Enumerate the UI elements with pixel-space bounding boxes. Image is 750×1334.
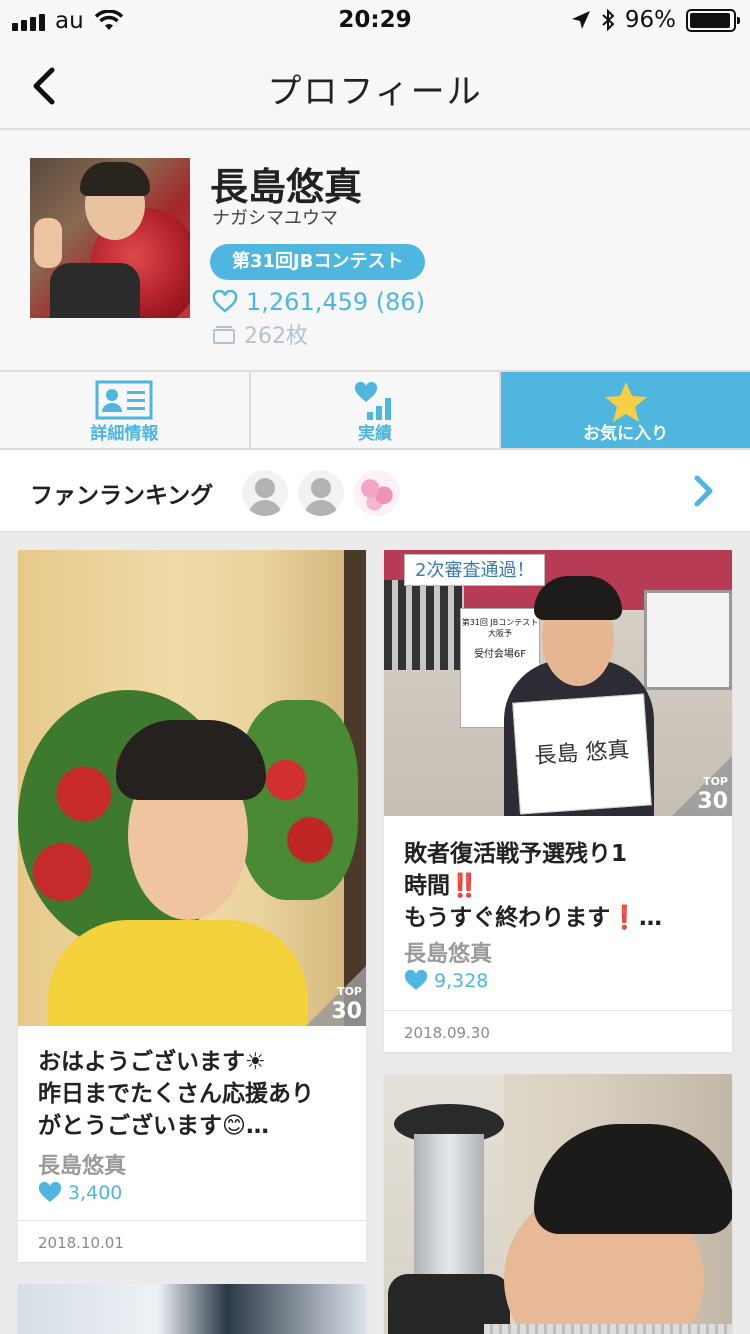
profile-likes-value: 1,261,459 (86) <box>246 288 426 316</box>
post-author: 長島悠真 <box>404 942 493 967</box>
post-likes: 9,328 <box>404 970 488 992</box>
profile-likes: 1,261,459 (86) <box>212 288 425 316</box>
tab-achievements-label: 実績 <box>358 424 392 444</box>
nav-bar: プロフィール <box>0 40 750 130</box>
tab-favorites[interactable]: お気に入り <box>501 372 750 448</box>
divider <box>384 1010 732 1011</box>
fan-ranking-label: ファンランキング <box>30 483 214 509</box>
chevron-right-icon[interactable] <box>692 474 716 508</box>
post-photo[interactable]: TOP 30 <box>18 550 366 1026</box>
post-photo[interactable]: 第31回 JBコンテスト大阪予 受付会場6F 長島 悠真 2次審査通過！ TOP… <box>384 550 732 816</box>
post-card[interactable]: 第31回 JBコンテスト大阪予 受付会場6F 長島 悠真 2次審査通過！ TOP… <box>384 550 732 1052</box>
contest-badge[interactable]: 第31回JBコンテスト <box>210 244 426 280</box>
profile-photos: 262枚 <box>212 318 308 350</box>
page-title: プロフィール <box>267 72 483 112</box>
post-grid: TOP 30 おはようございます☀ 昨日までたくさん応援あり がとうございます😊… <box>0 532 750 1334</box>
post-likes: 3,400 <box>38 1182 122 1204</box>
fan-ranking-row[interactable]: ファンランキング <box>0 450 750 532</box>
tab-details-label: 詳細情報 <box>90 424 159 444</box>
divider <box>18 1220 366 1221</box>
battery-icon <box>686 8 740 32</box>
post-text: おはようございます☀ 昨日までたくさん応援あり がとうございます😊… <box>38 1049 314 1139</box>
photo-stack-icon <box>213 326 235 344</box>
status-bar: au 20:29 96% <box>0 0 750 40</box>
tab-achievements[interactable]: 実績 <box>251 372 502 448</box>
id-card-icon <box>95 380 153 420</box>
heart-icon <box>38 1182 62 1202</box>
battery-percent: 96% <box>624 7 676 33</box>
tab-favorites-label: お気に入り <box>583 424 669 444</box>
post-card[interactable] <box>384 1074 732 1334</box>
post-photo[interactable] <box>384 1074 732 1334</box>
status-right: 96% <box>571 7 740 33</box>
location-arrow-icon <box>571 11 590 29</box>
photo-caption: 2次審査通過！ <box>404 554 546 586</box>
profile-header: 長島悠真 ナガシマユウマ 第31回JBコンテスト 1,261,459 (86) … <box>0 130 750 370</box>
rank-badge: TOP 30 <box>306 966 366 1026</box>
post-author: 長島悠真 <box>38 1154 127 1179</box>
bluetooth-icon <box>602 9 615 31</box>
rank-badge: TOP 30 <box>672 756 732 816</box>
profile-name: 長島悠真 <box>210 165 363 209</box>
fan-avatar <box>298 470 344 516</box>
profile-tabs: 詳細情報 実績 お気に入り <box>0 370 750 450</box>
profile-photos-value: 262枚 <box>244 324 308 349</box>
post-text: 敗者復活戦予選残り1 時間‼️ もうすぐ終わります❗… <box>404 841 662 931</box>
post-date: 2018.10.01 <box>38 1234 124 1252</box>
tab-details[interactable]: 詳細情報 <box>0 372 251 448</box>
post-card[interactable] <box>18 1284 366 1334</box>
battery-fill <box>690 12 731 28</box>
post-date: 2018.09.30 <box>404 1024 490 1042</box>
heart-bars-icon <box>354 381 391 420</box>
fan-avatar <box>354 470 400 516</box>
heart-outline-icon <box>212 290 238 313</box>
heart-icon <box>404 970 428 990</box>
sign-board: 長島 悠真 <box>512 693 652 815</box>
avatar[interactable] <box>30 158 190 318</box>
post-card[interactable]: TOP 30 おはようございます☀ 昨日までたくさん応援あり がとうございます😊… <box>18 550 366 1262</box>
profile-kana: ナガシマユウマ <box>212 208 338 229</box>
post-photo[interactable] <box>18 1284 366 1334</box>
star-icon <box>604 382 647 422</box>
fan-avatar <box>242 470 288 516</box>
